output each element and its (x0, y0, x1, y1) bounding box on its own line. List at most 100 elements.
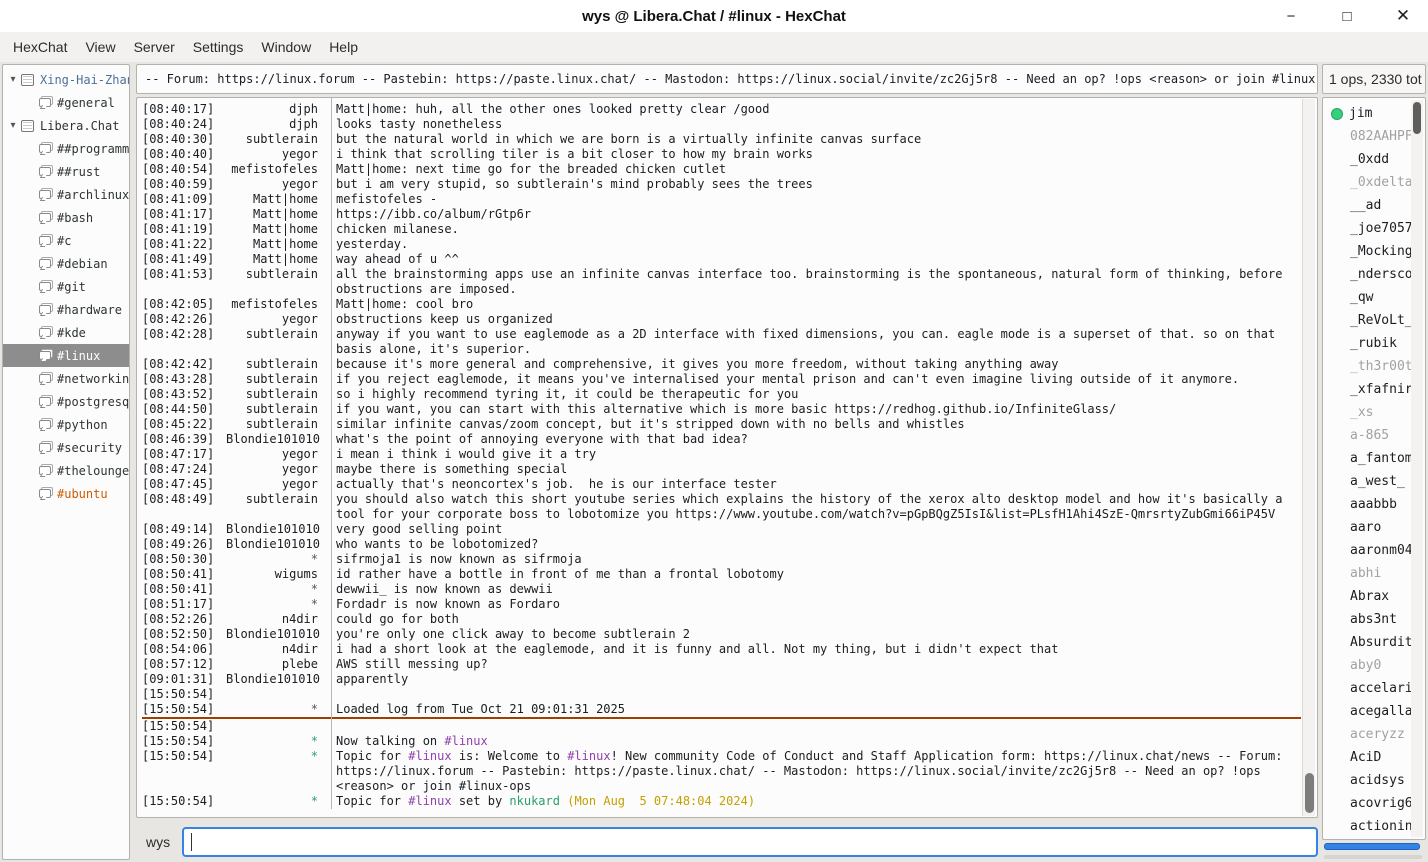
sidebar-item-security[interactable]: #security (3, 436, 129, 459)
user-row-_xfafnir[interactable]: _xfafnir (1323, 378, 1425, 401)
topic-bar[interactable]: -- Forum: https://linux.forum -- Pastebi… (136, 64, 1318, 94)
minimize-icon[interactable]: − (1278, 3, 1304, 29)
user-row-aaro[interactable]: aaro (1323, 516, 1425, 539)
message-text: if you want, you can start with this alt… (327, 402, 1285, 417)
user-row-082AAHPF6[interactable]: 082AAHPF6 (1323, 125, 1425, 148)
timestamp: [08:41:53] (142, 267, 226, 297)
nick: subtlerain (226, 387, 327, 402)
sidebar-item-c[interactable]: #c (3, 229, 129, 252)
user-row-a_west_[interactable]: a_west_ (1323, 470, 1425, 493)
menu-window[interactable]: Window (252, 35, 320, 59)
user-row-accelario[interactable]: accelario (1323, 677, 1425, 700)
user-row-aaronm04[interactable]: aaronm04 (1323, 539, 1425, 562)
message-text: because it's more general and comprehens… (327, 357, 1285, 372)
user-row-_0xdd[interactable]: _0xdd (1323, 148, 1425, 171)
user-nick: 082AAHPF6 (1350, 129, 1420, 144)
user-row-_ReVoLt_[interactable]: _ReVoLt_ (1323, 309, 1425, 332)
sidebar-item-linux[interactable]: #linux (3, 344, 129, 367)
message-input[interactable] (182, 827, 1318, 857)
user-row-aby0[interactable]: aby0 (1323, 654, 1425, 677)
user-row-actioninj[interactable]: actioninj (1323, 815, 1425, 838)
user-row-abhi[interactable]: abhi (1323, 562, 1425, 585)
sidebar-item-archlinux[interactable]: #archlinux (3, 183, 129, 206)
message-segment-yellow: (Mon Aug 5 07:48:04 2024) (567, 794, 755, 808)
channel-label: ##rust (57, 165, 100, 179)
user-row-_nderscor[interactable]: _nderscor (1323, 263, 1425, 286)
user-row-acovrig60[interactable]: acovrig60 (1323, 792, 1425, 815)
user-row-abs3nt[interactable]: abs3nt (1323, 608, 1425, 631)
sidebar-item-general[interactable]: #general (3, 91, 129, 114)
message-segment: https://ibb.co/album/rGtp6r (336, 207, 531, 221)
sidebar-item-kde[interactable]: #kde (3, 321, 129, 344)
user-row-Abrax[interactable]: Abrax (1323, 585, 1425, 608)
user-row-_joe7057[interactable]: _joe7057 (1323, 217, 1425, 240)
sidebar-item-ubuntu[interactable]: #ubuntu (3, 482, 129, 505)
user-nick: a_west_ (1350, 474, 1405, 489)
user-row-_th3r00t[interactable]: _th3r00t (1323, 355, 1425, 378)
menu-help[interactable]: Help (320, 35, 367, 59)
message-text: if you reject eaglemode, it means you've… (327, 372, 1285, 387)
sidebar-item-python[interactable]: #python (3, 413, 129, 436)
menu-hexchat[interactable]: HexChat (4, 35, 76, 59)
sidebar-item-programming[interactable]: ##programming (3, 137, 129, 160)
user-row-Absurdity[interactable]: Absurdity (1323, 631, 1425, 654)
expander-icon[interactable]: ▾ (5, 120, 21, 131)
user-row-jim[interactable]: jim (1323, 102, 1425, 125)
sidebar-item-bash[interactable]: #bash (3, 206, 129, 229)
sidebar-item-thelounge[interactable]: #thelounge (3, 459, 129, 482)
nick: Matt|home (226, 222, 327, 237)
nick: n4dir (226, 642, 327, 657)
nick: yegor (226, 477, 327, 492)
sidebar-item-git[interactable]: #git (3, 275, 129, 298)
channel-label: #linux (57, 349, 100, 363)
user-nick: acovrig60 (1350, 796, 1420, 811)
title-bar: wys @ Libera.Chat / #linux - HexChat − □… (0, 0, 1428, 32)
sidebar-item-postgresql[interactable]: #postgresql (3, 390, 129, 413)
nick: subtlerain (226, 132, 327, 147)
user-row-_qw[interactable]: _qw (1323, 286, 1425, 309)
user-row-_0xdelta[interactable]: _0xdelta (1323, 171, 1425, 194)
sidebar-item-hardware[interactable]: #hardware (3, 298, 129, 321)
nick: yegor (226, 447, 327, 462)
chat-scrollbar[interactable] (1302, 99, 1315, 816)
user-row-__ad[interactable]: __ad (1323, 194, 1425, 217)
user-nick: acegalla- (1350, 704, 1420, 719)
tree-server-libera.chat[interactable]: ▾Libera.Chat (3, 114, 129, 137)
user-row-_rubik[interactable]: _rubik (1323, 332, 1425, 355)
menu-view[interactable]: View (76, 35, 124, 59)
userlist-hscrollbar[interactable] (1324, 843, 1426, 851)
channel-label: #python (57, 418, 108, 432)
sidebar-item-networking[interactable]: #networking (3, 367, 129, 390)
timestamp: [08:42:28] (142, 327, 226, 357)
userlist-hscrollbar-thumb[interactable] (1324, 843, 1420, 850)
chat-row: [08:40:30]subtlerainbut the natural worl… (142, 132, 1317, 147)
user-row-acegalla-[interactable]: acegalla- (1323, 700, 1425, 723)
user-row-_MockingM[interactable]: _MockingM (1323, 240, 1425, 263)
menu-bar: HexChatViewServerSettingsWindowHelp (0, 32, 1428, 62)
userlist-scrollbar[interactable] (1411, 100, 1423, 837)
maximize-icon[interactable]: □ (1334, 3, 1360, 29)
user-row-AciD[interactable]: AciD (1323, 746, 1425, 769)
channel-icon (39, 305, 51, 314)
menu-server[interactable]: Server (125, 35, 184, 59)
user-row-aaabbb[interactable]: aaabbb (1323, 493, 1425, 516)
nick: Matt|home (226, 207, 327, 222)
expander-icon[interactable]: ▾ (5, 74, 21, 85)
tree-server-xing-hai-zhang[interactable]: ▾Xing-Hai-Zhang (3, 68, 129, 91)
user-row-_xs[interactable]: _xs (1323, 401, 1425, 424)
menu-settings[interactable]: Settings (184, 35, 253, 59)
user-row-a-865[interactable]: a-865 (1323, 424, 1425, 447)
sidebar-item-debian[interactable]: #debian (3, 252, 129, 275)
user-row-acidsys[interactable]: acidsys (1323, 769, 1425, 792)
sidebar-item-rust[interactable]: ##rust (3, 160, 129, 183)
close-icon[interactable]: ✕ (1390, 3, 1416, 29)
user-row-aceryzz[interactable]: aceryzz (1323, 723, 1425, 746)
message-segment: similar infinite canvas/zoom concept, bu… (336, 417, 965, 431)
chat-scrollbar-thumb[interactable] (1305, 773, 1314, 813)
userlist-scrollbar-thumb[interactable] (1413, 102, 1421, 134)
message-segment: anyway if you want to use eaglemode as a… (336, 327, 1282, 356)
user-nick: _joe7057 (1350, 221, 1413, 236)
user-row-a_fantom[interactable]: a_fantom (1323, 447, 1425, 470)
userlist-hscrollbar-track (1324, 855, 1422, 859)
timestamp: [08:41:19] (142, 222, 226, 237)
